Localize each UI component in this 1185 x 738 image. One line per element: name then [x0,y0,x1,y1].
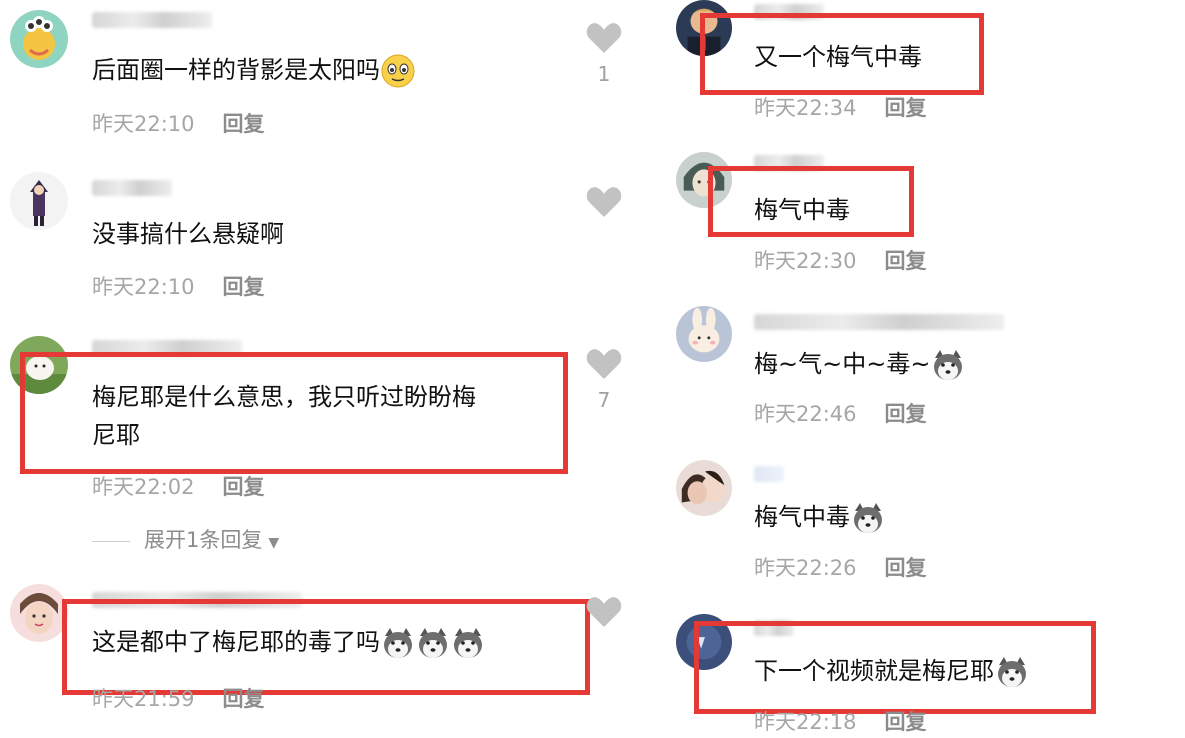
heart-icon [586,23,622,53]
comment-text: 这是都中了梅尼耶的毒了吗 [92,623,485,661]
avatar[interactable] [676,460,732,516]
heart-icon [586,597,622,627]
timestamp: 昨天22:02 [92,475,195,499]
comment-meta: 昨天21:59 回复 [92,683,265,713]
comment-meta: 昨天22:26 回复 [754,552,927,582]
timestamp: 昨天22:10 [92,112,195,136]
comment-meta: 昨天22:34 回复 [754,92,927,122]
comment-meta: 昨天22:10 回复 [92,108,265,138]
blush-emoji-icon [381,54,415,88]
avatar[interactable] [10,584,68,642]
like-count: 1 [597,62,611,86]
like-button[interactable] [584,186,624,218]
avatar[interactable] [676,306,732,362]
reply-button[interactable]: 回复 [885,556,927,580]
timestamp: 昨天22:26 [754,556,857,580]
heart-icon [586,349,622,379]
username-blurred[interactable] [92,180,172,196]
like-button[interactable]: 1 [584,22,624,86]
reply-button[interactable]: 回复 [885,402,927,426]
husky-emoji-icon [451,626,485,660]
husky-emoji-icon [381,626,415,660]
expand-replies-button[interactable]: 展开1条回复 ▼ [92,524,279,554]
comment-meta: 昨天22:18 回复 [754,706,927,736]
comment-meta: 昨天22:30 回复 [754,245,927,275]
comment-text: 没事搞什么悬疑啊 [92,220,284,248]
like-button[interactable] [584,596,624,628]
reply-button[interactable]: 回复 [223,112,265,136]
like-button[interactable]: 7 [584,348,624,412]
husky-emoji-icon [931,348,965,382]
heart-icon [586,187,622,217]
timestamp: 昨天22:30 [754,249,857,273]
reply-button[interactable]: 回复 [885,249,927,273]
comment-meta: 昨天22:10 回复 [92,271,265,301]
timestamp: 昨天22:46 [754,402,857,426]
reply-button[interactable]: 回复 [223,687,265,711]
timestamp: 昨天22:34 [754,96,857,120]
reply-button[interactable]: 回复 [885,96,927,120]
husky-emoji-icon [416,626,450,660]
username-blurred[interactable] [754,466,784,482]
triangle-down-icon: ▼ [268,535,280,551]
comment-text: 梅气中毒 [754,196,850,224]
username-blurred[interactable] [754,314,1004,330]
comment-text: 下一个视频就是梅尼耶 [754,652,1029,690]
timestamp: 昨天22:18 [754,710,857,734]
comment-meta: 昨天22:46 回复 [754,398,927,428]
comment-text: 后面圈一样的背影是太阳吗 [92,51,415,89]
like-count: 7 [597,388,611,412]
comment-meta: 昨天22:02 回复 [92,471,265,501]
reply-button[interactable]: 回复 [885,710,927,734]
timestamp: 昨天21:59 [92,687,195,711]
comment-text: 梅尼耶是什么意思，我只听过盼盼梅 尼耶 [92,383,476,449]
timestamp: 昨天22:10 [92,275,195,299]
avatar[interactable] [10,10,68,68]
comment-text: 梅~气~中~毒~ [754,345,965,383]
username-blurred[interactable] [92,12,212,28]
husky-emoji-icon [995,655,1029,689]
reply-button[interactable]: 回复 [223,475,265,499]
husky-emoji-icon [851,501,885,535]
comment-text: 梅气中毒 [754,498,885,536]
comment-text: 又一个梅气中毒 [754,43,922,71]
reply-button[interactable]: 回复 [223,275,265,299]
avatar[interactable] [10,172,68,230]
